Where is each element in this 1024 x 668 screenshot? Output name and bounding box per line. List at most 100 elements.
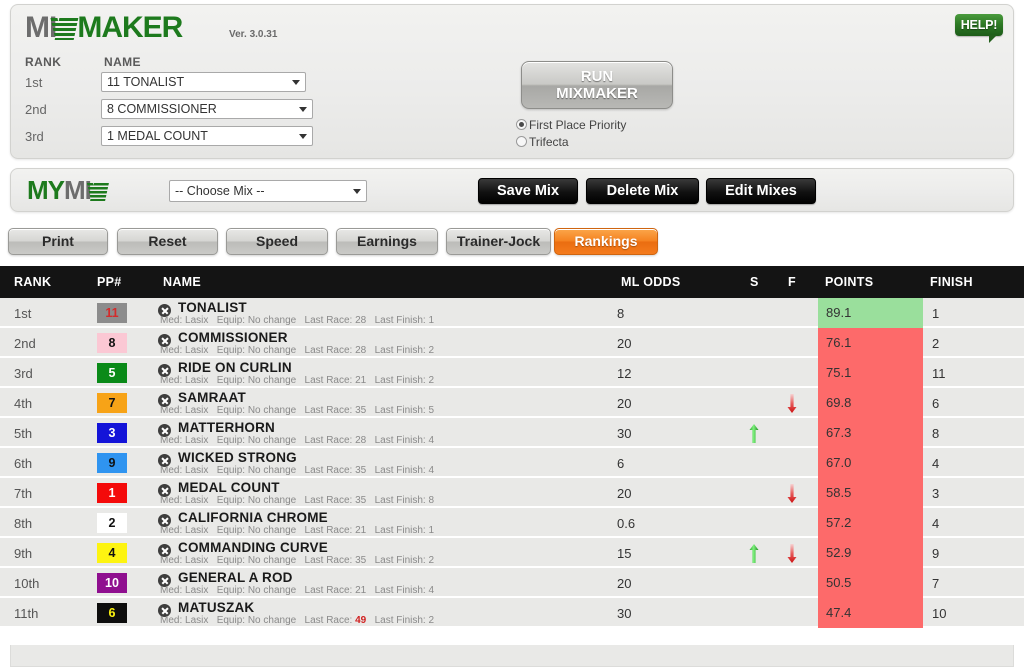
row-ml-odds: 20 (617, 336, 632, 351)
choose-mix-select[interactable]: -- Choose Mix -- (169, 180, 367, 202)
chevron-down-icon (353, 189, 361, 194)
run-mixmaker-button[interactable]: RUN MIXMAKER (521, 61, 673, 109)
pick-select-1[interactable]: 11 TONALIST (101, 72, 306, 92)
version-label: Ver. 3.0.31 (229, 29, 278, 40)
app-root: MI MAKER Ver. 3.0.31 HELP! RANK NAME 1st … (0, 0, 1024, 668)
table-body: 1st 11 TONALIST Med: Lasix Equip: No change… (0, 298, 1024, 628)
row-ml-odds: 0.6 (617, 516, 636, 531)
mode-option-first-place-priority[interactable]: First Place Priority (516, 118, 626, 132)
mymix-panel: MYMI -- Choose Mix -- Save Mix Delete Mi… (10, 168, 1014, 212)
save-mix-button[interactable]: Save Mix (478, 178, 578, 204)
tab-earnings[interactable]: Earnings (336, 228, 438, 255)
table-row[interactable]: 2nd 8 COMMISSIONER Med: Lasix Equip: No cha… (0, 328, 1024, 358)
edit-mixes-button[interactable]: Edit Mixes (706, 178, 816, 204)
row-post-position-badge: 8 (97, 333, 127, 353)
row-points: 47.4 (818, 598, 923, 628)
row-rank: 1st (14, 306, 32, 321)
row-points: 57.2 (818, 508, 923, 538)
tab-rankings[interactable]: Rankings (554, 228, 658, 255)
row-rank: 11th (14, 606, 39, 621)
mode-option-trifecta[interactable]: Trifecta (516, 135, 569, 149)
pick-select-3-value: 1 MEDAL COUNT (107, 129, 208, 143)
pick-select-1-value: 11 TONALIST (107, 75, 185, 89)
row-horse-name: MEDAL COUNT (178, 480, 280, 495)
row-finish: 4 (932, 456, 940, 471)
row-finish: 1 (932, 306, 940, 321)
table-row[interactable]: 5th 3 MATTERHORN Med: Lasix Equip: No chang… (0, 418, 1024, 448)
row-post-position-badge: 1 (97, 483, 127, 503)
mymix-logo: MYMI (27, 175, 109, 205)
row-horse-name: GENERAL A ROD (178, 570, 293, 585)
pick-rank-2: 2nd (25, 102, 47, 117)
row-horse-details: Med: Lasix Equip: No change Last Race: 2… (160, 435, 435, 446)
row-ml-odds: 8 (617, 306, 625, 321)
delete-mix-button[interactable]: Delete Mix (586, 178, 699, 204)
chevron-down-icon (299, 107, 307, 112)
last-race-value: 49 (355, 615, 367, 626)
row-horse-name: RIDE ON CURLIN (178, 360, 292, 375)
mixmaker-panel: MI MAKER Ver. 3.0.31 HELP! RANK NAME 1st … (10, 4, 1014, 159)
row-post-position-badge: 7 (97, 393, 127, 413)
row-finish: 4 (932, 516, 940, 531)
row-points: 67.0 (818, 448, 923, 478)
table-footer (10, 645, 1014, 667)
row-rank: 5th (14, 426, 33, 441)
table-row[interactable]: 3rd 5 RIDE ON CURLIN Med: Lasix Equip: No c… (0, 358, 1024, 388)
table-row[interactable]: 11th 6 MATUSZAK Med: Lasix Equip: No change… (0, 598, 1024, 628)
row-post-position-badge: 2 (97, 513, 127, 533)
mixmaker-logo-part2: MAKER (77, 11, 183, 44)
row-post-position-badge: 6 (97, 603, 127, 623)
mymix-logo-part1: MY (27, 175, 65, 205)
mymix-logo-part2: MI (64, 175, 92, 205)
row-ml-odds: 30 (617, 606, 632, 621)
table-row[interactable]: 9th 4 COMMANDING CURVE Med: Lasix Equip: No… (0, 538, 1024, 568)
row-finish: 10 (932, 606, 947, 621)
table-row[interactable]: 7th 1 MEDAL COUNT Med: Lasix Equip: No chan… (0, 478, 1024, 508)
help-button[interactable]: HELP! (955, 14, 1003, 43)
choose-mix-select-value: -- Choose Mix -- (175, 184, 265, 198)
header-ml-odds: ML ODDS (621, 275, 681, 289)
table-row[interactable]: 1st 11 TONALIST Med: Lasix Equip: No change… (0, 298, 1024, 328)
row-ml-odds: 30 (617, 426, 632, 441)
row-ml-odds: 15 (617, 546, 632, 561)
mixmaker-rank-header: RANK (25, 55, 62, 69)
header-name: NAME (163, 275, 202, 289)
row-points: 75.1 (818, 358, 923, 388)
table-row[interactable]: 6th 9 WICKED STRONG Med: Lasix Equip: No ch… (0, 448, 1024, 478)
header-rank: RANK (14, 275, 52, 289)
table-row[interactable]: 10th 10 GENERAL A ROD Med: Lasix Equip: No … (0, 568, 1024, 598)
pick-select-3[interactable]: 1 MEDAL COUNT (101, 126, 313, 146)
tab-print[interactable]: Print (8, 228, 108, 255)
row-points: 76.1 (818, 328, 923, 358)
header-finish: FINISH (930, 275, 973, 289)
row-rank: 9th (14, 546, 33, 561)
table-row[interactable]: 8th 2 CALIFORNIA CHROME Med: Lasix Equip: N… (0, 508, 1024, 538)
row-post-position-badge: 3 (97, 423, 127, 443)
row-ml-odds: 20 (617, 396, 632, 411)
radio-trifecta-icon[interactable] (516, 136, 527, 147)
row-horse-details: Med: Lasix Equip: No change Last Race: 2… (160, 315, 435, 326)
row-horse-details: Med: Lasix Equip: No change Last Race: 3… (160, 495, 435, 506)
row-rank: 6th (14, 456, 33, 471)
row-horse-name: CALIFORNIA CHROME (178, 510, 328, 525)
form-down-arrow-icon (787, 544, 797, 563)
row-points: 50.5 (818, 568, 923, 598)
table-row[interactable]: 4th 7 SAMRAAT Med: Lasix Equip: No change L… (0, 388, 1024, 418)
tab-speed[interactable]: Speed (226, 228, 328, 255)
radio-first-place-priority-icon[interactable] (516, 119, 527, 130)
row-points: 69.8 (818, 388, 923, 418)
row-finish: 2 (932, 336, 940, 351)
mix-x-icon (54, 18, 79, 40)
header-points: POINTS (825, 275, 874, 289)
mixmaker-logo: MI MAKER (25, 11, 183, 44)
row-post-position-badge: 10 (97, 573, 127, 593)
row-horse-name: SAMRAAT (178, 390, 246, 405)
tab-reset[interactable]: Reset (117, 228, 218, 255)
row-finish: 7 (932, 576, 940, 591)
tab-trainer-jock[interactable]: Trainer-Jock (446, 228, 551, 255)
pick-select-2[interactable]: 8 COMMISSIONER (101, 99, 313, 119)
mixmaker-logo-part1: MI (25, 11, 57, 44)
row-post-position-badge: 5 (97, 363, 127, 383)
header-s: S (750, 275, 759, 289)
row-post-position-badge: 9 (97, 453, 127, 473)
